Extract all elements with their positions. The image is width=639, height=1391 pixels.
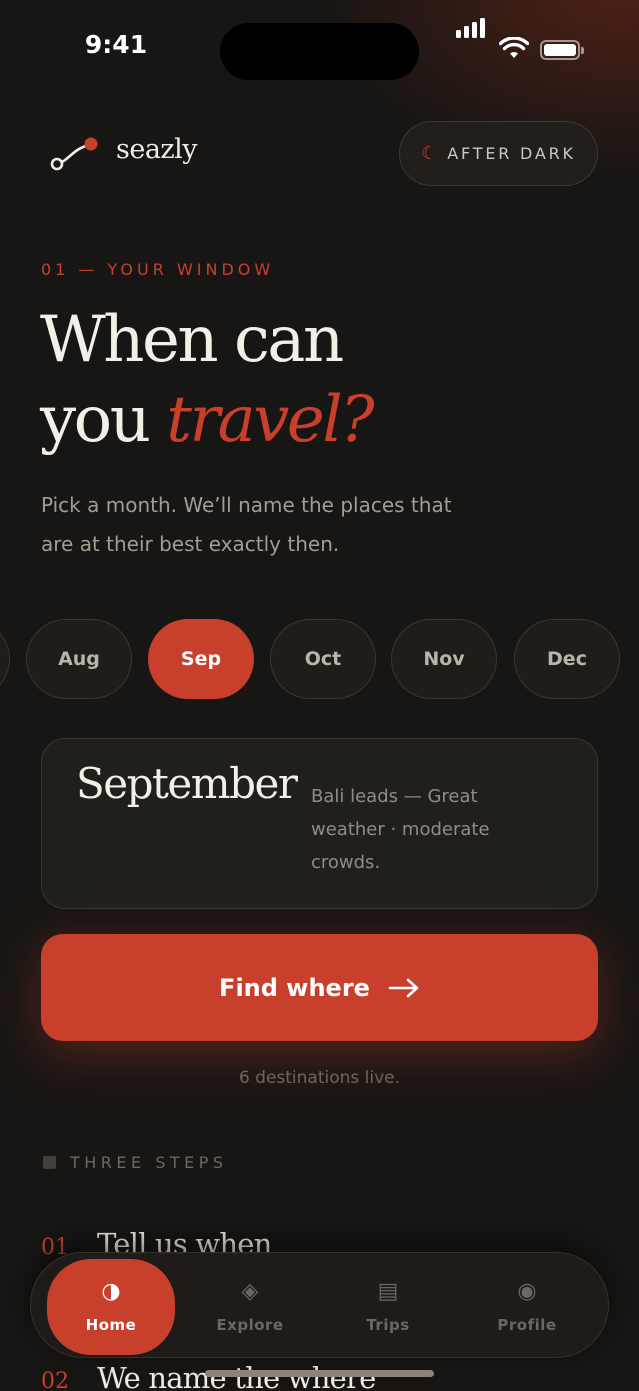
brand-name: seazly	[116, 134, 198, 165]
title-accent: travel?	[166, 383, 374, 457]
tab-explore[interactable]: ◈ Explore	[186, 1259, 314, 1355]
after-dark-toggle[interactable]: ☾ AFTER DARK	[399, 121, 598, 186]
month-pill-aug[interactable]: Aug	[26, 619, 132, 699]
steps-square-icon	[43, 1156, 56, 1169]
bottom-tab-bar: ◑ Home ◈ Explore ▤ Trips ◉ Profile	[30, 1252, 609, 1358]
find-where-label: Find where	[219, 973, 370, 1002]
tab-profile[interactable]: ◉ Profile	[463, 1259, 591, 1355]
month-pill-oct[interactable]: Oct	[270, 619, 376, 699]
steps-heading: THREE STEPS	[43, 1153, 228, 1172]
tab-label: Profile	[497, 1316, 557, 1334]
profile-circle-icon: ◉	[517, 1279, 537, 1304]
wifi-icon	[499, 37, 529, 58]
month-pill-dec[interactable]: Dec	[514, 619, 620, 699]
home-indicator[interactable]	[205, 1370, 434, 1377]
selected-month-name: September	[76, 759, 298, 808]
after-dark-label: AFTER DARK	[447, 144, 576, 163]
seazly-logo-icon	[50, 137, 98, 171]
step-number: 02	[41, 1369, 69, 1391]
dynamic-island	[220, 23, 419, 80]
diamond-icon: ◈	[241, 1279, 259, 1304]
month-pill-sep[interactable]: Sep	[148, 619, 254, 699]
tab-home[interactable]: ◑ Home	[47, 1259, 175, 1355]
list-icon: ▤	[377, 1279, 399, 1304]
app-screen: 9:41 seazly ☾ AFTER DARK 01 — YOUR WINDO…	[0, 0, 639, 1391]
tab-label: Explore	[216, 1316, 284, 1334]
battery-icon	[540, 40, 584, 60]
tab-label: Home	[85, 1316, 137, 1334]
half-circle-icon: ◑	[101, 1279, 121, 1304]
tab-label: Trips	[366, 1316, 410, 1334]
title-plain: you	[40, 383, 167, 457]
hero-subtitle: Pick a month. We’ll name the places that…	[41, 493, 452, 556]
title-line-1: When can	[40, 303, 344, 377]
section-eyebrow: 01 — YOUR WINDOW	[41, 260, 275, 279]
page-title: When can you travel?	[40, 300, 375, 460]
destinations-live-count: 6 destinations live.	[238, 1068, 401, 1088]
title-line-2: you travel?	[40, 380, 375, 460]
month-pill-nov[interactable]: Nov	[391, 619, 497, 699]
tab-trips[interactable]: ▤ Trips	[324, 1259, 452, 1355]
steps-heading-label: THREE STEPS	[70, 1153, 228, 1172]
find-where-button[interactable]: Find where	[41, 934, 598, 1041]
arrow-right-icon	[388, 978, 419, 997]
status-time: 9:41	[84, 30, 148, 59]
month-selector: Aug Sep Oct Nov Dec	[0, 619, 639, 699]
selected-month-note: Bali leads — Great weather · moderate cr…	[311, 786, 490, 873]
selected-month-card: September Bali leads — Great weather · m…	[41, 738, 598, 909]
moon-icon: ☾	[421, 143, 438, 164]
month-pill-previous[interactable]	[0, 619, 10, 699]
